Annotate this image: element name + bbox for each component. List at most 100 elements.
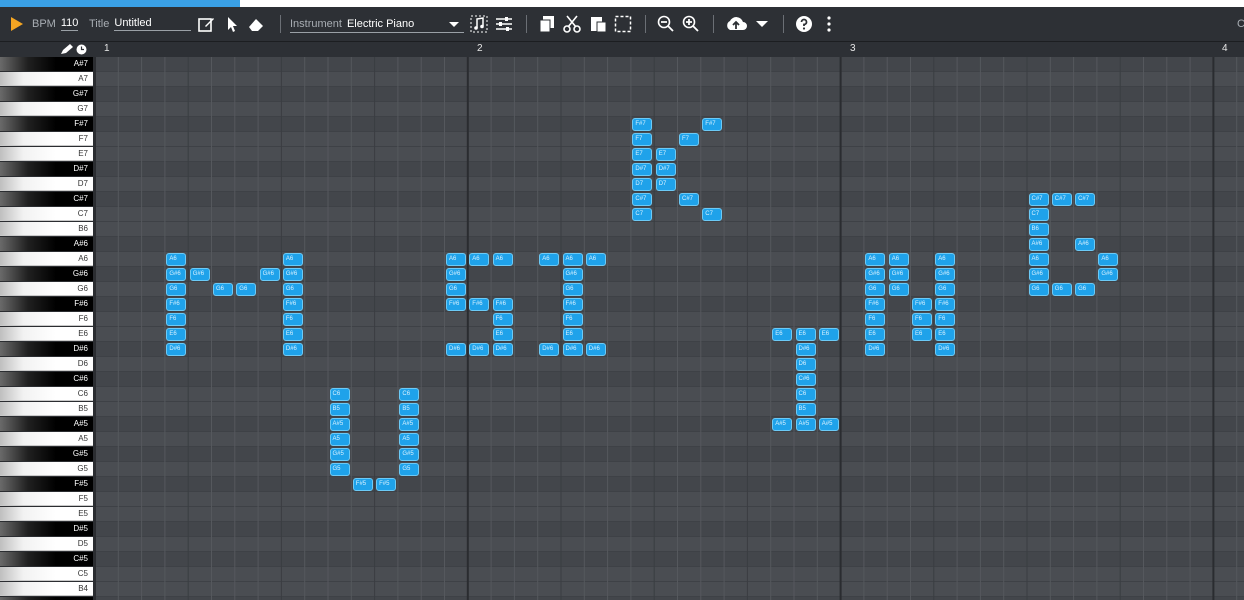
note-block[interactable]: F6 xyxy=(282,313,303,326)
select-box-icon[interactable] xyxy=(614,15,632,33)
note-block[interactable]: E7 xyxy=(632,148,653,161)
note-block[interactable]: D#6 xyxy=(492,343,513,356)
piano-key[interactable]: A#6 xyxy=(0,237,93,251)
note-block[interactable]: B5 xyxy=(329,403,350,416)
copy-icon[interactable] xyxy=(538,15,556,33)
note-block[interactable]: D#6 xyxy=(795,343,816,356)
note-block[interactable]: F#7 xyxy=(632,118,653,131)
note-block[interactable]: F#6 xyxy=(492,298,513,311)
piano-key[interactable]: D6 xyxy=(0,357,93,371)
note-block[interactable]: G#6 xyxy=(446,268,466,281)
caret-down-icon[interactable] xyxy=(753,15,771,33)
note-block[interactable]: A#5 xyxy=(329,418,350,431)
note-block[interactable]: D#6 xyxy=(539,343,560,356)
timeline-ruler[interactable]: 1 2 3 4 xyxy=(0,42,1244,57)
piano-key[interactable]: G5 xyxy=(0,462,93,476)
note-block[interactable]: F#6 xyxy=(166,298,187,311)
chevron-down-icon[interactable] xyxy=(445,15,463,33)
piano-key[interactable]: D#7 xyxy=(0,162,93,176)
note-block[interactable]: A6 xyxy=(865,253,886,266)
note-block[interactable]: E6 xyxy=(818,328,839,341)
note-block[interactable]: E6 xyxy=(772,328,793,341)
edit-icon[interactable] xyxy=(197,15,215,33)
note-block[interactable]: D#6 xyxy=(446,343,466,356)
note-block[interactable]: C7 xyxy=(702,208,723,221)
piano-key[interactable]: F#5 xyxy=(0,477,93,491)
note-block[interactable]: E6 xyxy=(166,328,187,341)
piano-key[interactable]: C#5 xyxy=(0,552,93,566)
note-block[interactable]: C7 xyxy=(1028,208,1049,221)
note-block[interactable]: F#6 xyxy=(912,298,932,311)
paste-icon[interactable] xyxy=(589,15,607,33)
note-block[interactable]: C#7 xyxy=(632,193,653,206)
note-block[interactable]: A#5 xyxy=(795,418,816,431)
note-block[interactable]: G6 xyxy=(1051,283,1072,296)
help-icon[interactable] xyxy=(795,15,813,33)
bpm-value[interactable]: 110 xyxy=(60,17,79,31)
note-block[interactable]: E6 xyxy=(865,328,886,341)
note-block[interactable]: G5 xyxy=(329,463,350,476)
note-block[interactable]: D#6 xyxy=(469,343,490,356)
note-block[interactable]: C6 xyxy=(399,388,420,401)
piano-key[interactable]: G#5 xyxy=(0,447,93,461)
note-block[interactable]: A6 xyxy=(1028,253,1049,266)
note-block[interactable]: E6 xyxy=(492,328,513,341)
piano-key[interactable]: F6 xyxy=(0,312,93,326)
note-block[interactable]: G6 xyxy=(282,283,303,296)
piano-key[interactable]: D5 xyxy=(0,537,93,551)
piano-key[interactable]: C#7 xyxy=(0,192,93,206)
note-block[interactable]: G6 xyxy=(236,283,257,296)
title-input[interactable]: Untitled xyxy=(114,17,192,31)
note-block[interactable]: B5 xyxy=(795,403,816,416)
note-block[interactable]: G#6 xyxy=(865,268,886,281)
piano-key[interactable]: G6 xyxy=(0,282,93,296)
note-block[interactable]: B5 xyxy=(399,403,420,416)
note-block[interactable]: F#6 xyxy=(865,298,886,311)
zoom-out-icon[interactable] xyxy=(657,15,675,33)
note-block[interactable]: F#5 xyxy=(376,478,397,491)
zoom-in-icon[interactable] xyxy=(682,15,700,33)
note-block[interactable]: A5 xyxy=(329,433,350,446)
note-block[interactable]: F#6 xyxy=(935,298,956,311)
note-block[interactable]: F7 xyxy=(632,133,653,146)
piano-key[interactable]: C5 xyxy=(0,567,93,581)
note-block[interactable]: D7 xyxy=(632,178,653,191)
note-block[interactable]: G6 xyxy=(166,283,187,296)
note-block[interactable]: G6 xyxy=(865,283,886,296)
note-block[interactable]: D#6 xyxy=(562,343,583,356)
note-block[interactable]: E6 xyxy=(282,328,303,341)
piano-key[interactable]: A6 xyxy=(0,252,93,266)
pointer-icon[interactable] xyxy=(223,15,241,33)
note-block[interactable]: G6 xyxy=(888,283,909,296)
piano-key[interactable]: D#6 xyxy=(0,342,93,356)
note-block[interactable]: G#6 xyxy=(1028,268,1049,281)
piano-key[interactable]: B5 xyxy=(0,402,93,416)
note-block[interactable]: F6 xyxy=(935,313,956,326)
sliders-icon[interactable] xyxy=(495,15,513,33)
piano-key[interactable]: F7 xyxy=(0,132,93,146)
note-block[interactable]: G6 xyxy=(1075,283,1096,296)
instrument-value[interactable]: Electric Piano xyxy=(347,18,447,30)
cut-icon[interactable] xyxy=(563,15,581,33)
note-block[interactable]: D#6 xyxy=(585,343,606,356)
note-block[interactable]: F7 xyxy=(679,133,699,146)
piano-key[interactable]: B4 xyxy=(0,582,93,596)
note-block[interactable]: G6 xyxy=(1028,283,1049,296)
clock-icon[interactable] xyxy=(76,44,87,55)
note-block[interactable]: G#5 xyxy=(399,448,420,461)
note-block[interactable]: F6 xyxy=(562,313,583,326)
note-block[interactable]: E6 xyxy=(795,328,816,341)
note-block[interactable]: D7 xyxy=(655,178,676,191)
note-block[interactable]: A6 xyxy=(539,253,560,266)
piano-key[interactable]: C7 xyxy=(0,207,93,221)
note-block[interactable]: G#6 xyxy=(1098,268,1119,281)
note-block[interactable]: A6 xyxy=(469,253,490,266)
note-block[interactable]: A#5 xyxy=(772,418,793,431)
piano-key[interactable]: G#7 xyxy=(0,87,93,101)
note-block[interactable]: D#6 xyxy=(282,343,303,356)
note-block[interactable]: D#7 xyxy=(632,163,653,176)
piano-key[interactable]: D#5 xyxy=(0,522,93,536)
bpm-field[interactable]: BPM 110 xyxy=(32,7,79,41)
piano-roll-grid[interactable]: A6 G#6 G6 F#6 F6 E6 D#6 G#6 G6 G6 G#6 A6 G#6 G6 F#6 F6 E… xyxy=(95,57,1244,600)
note-block[interactable]: A#5 xyxy=(818,418,839,431)
